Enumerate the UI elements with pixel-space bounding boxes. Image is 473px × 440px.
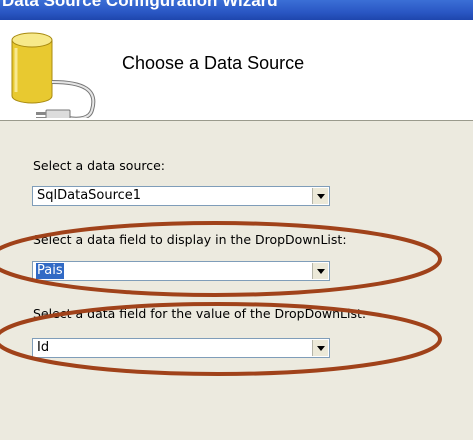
- value-field-value: Id: [37, 340, 50, 355]
- database-icon: [11, 32, 96, 118]
- datasource-select[interactable]: SqlDataSource1: [32, 186, 330, 206]
- window-title: Data Source Configuration Wizard: [2, 0, 278, 10]
- chevron-down-icon: [317, 269, 325, 274]
- wizard-header: Choose a Data Source: [0, 20, 473, 121]
- datasource-value: SqlDataSource1: [37, 188, 142, 203]
- value-field-label: Select a data field for the value of the…: [33, 306, 367, 321]
- chevron-down-icon: [317, 346, 325, 351]
- page-title: Choose a Data Source: [122, 53, 305, 73]
- datasource-dropdown-button[interactable]: [312, 188, 328, 204]
- title-bar: Data Source Configuration Wizard: [0, 0, 473, 20]
- datasource-label: Select a data source:: [33, 158, 166, 173]
- display-field-select[interactable]: Pais: [32, 261, 330, 281]
- chevron-down-icon: [317, 194, 325, 199]
- display-field-label: Select a data field to display in the Dr…: [33, 232, 347, 247]
- value-field-select[interactable]: Id: [32, 338, 330, 358]
- value-field-dropdown-button[interactable]: [312, 340, 328, 356]
- display-field-value: Pais: [36, 263, 64, 279]
- display-field-dropdown-button[interactable]: [312, 263, 328, 279]
